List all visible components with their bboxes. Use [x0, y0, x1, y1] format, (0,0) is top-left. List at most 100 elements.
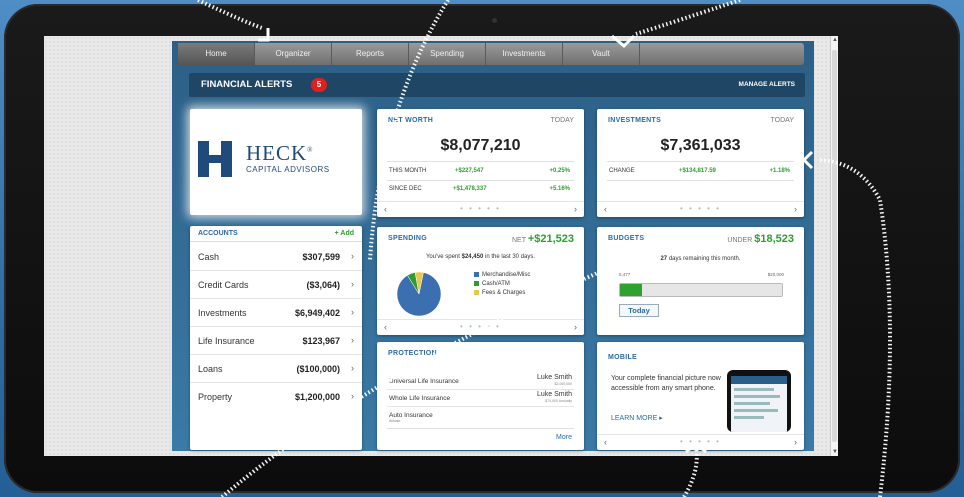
accounts-title: ACCOUNTS — [198, 230, 238, 237]
next-arrow-icon[interactable]: › — [574, 204, 577, 214]
policy-name: Universal Life Insurance — [389, 378, 459, 385]
dashboard: Home Organizer Reports Spending Investme… — [172, 41, 814, 451]
policy-name: Auto Insurance — [389, 412, 433, 419]
today-marker-button[interactable]: Today — [619, 304, 659, 317]
investments-title: INVESTMENTS — [608, 117, 662, 124]
account-name: Property — [198, 392, 233, 402]
metric-pct: +0.25% — [549, 168, 570, 174]
spending-title: SPENDING — [388, 235, 427, 242]
account-value: ($100,000) — [296, 364, 340, 374]
nav-spending[interactable]: Spending — [409, 43, 486, 65]
scroll-up-arrow-icon[interactable]: ▲ — [832, 37, 838, 43]
account-name: Life Insurance — [198, 336, 255, 346]
alerts-title: FINANCIAL ALERTS — [201, 79, 293, 90]
scroll-down-arrow-icon[interactable]: ▼ — [832, 449, 838, 455]
chevron-right-icon[interactable]: › — [351, 307, 354, 317]
legend-item: Merchandise/Misc — [474, 272, 530, 278]
spending-card: SPENDING NET +$21,523 You've spent $24,4… — [377, 227, 584, 335]
brand-subtitle: CAPITAL ADVISORS — [246, 165, 330, 174]
alerts-count-badge[interactable]: 5 — [311, 78, 327, 92]
card-pager: ‹ • • • • • › — [597, 434, 804, 450]
accounts-header: ACCOUNTS + Add — [190, 226, 362, 242]
investments-value: $7,361,033 — [660, 137, 741, 154]
pager-dots[interactable]: • • • • • — [597, 204, 804, 213]
budgets-title: BUDGETS — [608, 235, 645, 242]
pager-dots[interactable]: • • • • • — [377, 322, 584, 331]
account-row-loans[interactable]: Loans ($100,000) › — [190, 355, 362, 383]
page-scrollbar[interactable]: ▲ ▼ — [830, 36, 838, 456]
metric-label: SINCE DEC — [389, 186, 422, 192]
account-value: $123,967 — [302, 336, 340, 346]
protection-title: PROTECTION — [388, 350, 437, 357]
scroll-thumb[interactable] — [832, 50, 837, 442]
budget-progress-fill — [620, 284, 642, 296]
account-value: ($3,064) — [306, 280, 340, 290]
card-pager: ‹ • • • • • › — [597, 201, 804, 217]
chevron-right-icon[interactable]: › — [351, 391, 354, 401]
add-account-link[interactable]: + Add — [335, 230, 354, 237]
chevron-right-icon[interactable]: › — [351, 279, 354, 289]
budget-progress-bar[interactable] — [619, 283, 783, 297]
policy-row[interactable]: Auto Insurance Allstate — [387, 408, 574, 424]
account-value: $307,599 — [302, 252, 340, 262]
metric-label: THIS MONTH — [389, 168, 427, 174]
account-value: $1,200,000 — [294, 392, 340, 402]
nav-organizer[interactable]: Organizer — [255, 43, 332, 65]
account-row-credit-cards[interactable]: Credit Cards ($3,064) › — [190, 271, 362, 299]
card-pager: ‹ • • • • • › — [377, 201, 584, 217]
manage-alerts-link[interactable]: MANAGE ALERTS — [739, 81, 795, 88]
nav-investments[interactable]: Investments — [486, 43, 563, 65]
metric-pct: +5.16% — [549, 186, 570, 192]
policy-row[interactable]: Universal Life Insurance Luke Smith $2,0… — [387, 374, 574, 390]
pager-dots[interactable]: • • • • • — [377, 204, 584, 213]
nav-reports[interactable]: Reports — [332, 43, 409, 65]
chevron-right-icon[interactable]: › — [351, 251, 354, 261]
brand-logo-card: HECK® CAPITAL ADVISORS — [190, 109, 362, 215]
legend-swatch — [474, 290, 479, 295]
chevron-right-icon[interactable]: › — [351, 335, 354, 345]
heck-logo-icon — [198, 141, 238, 177]
budget-end-label: $20,000 — [767, 272, 784, 277]
account-name: Cash — [198, 252, 220, 262]
chevron-right-icon[interactable]: › — [351, 363, 354, 373]
spending-net: NET +$21,523 — [511, 233, 574, 245]
screen: ▲ ▼ Home Organizer Reports Spending Inve… — [44, 36, 838, 456]
next-arrow-icon[interactable]: › — [794, 204, 797, 214]
brand-name: HECK® — [246, 141, 314, 165]
mobile-description: Your complete financial picture now acce… — [611, 375, 721, 392]
change-label: CHANGE — [609, 168, 635, 174]
policy-provider: Allstate — [389, 419, 401, 423]
change-pct: +1.18% — [769, 168, 790, 174]
nav-home[interactable]: Home — [178, 43, 255, 65]
next-arrow-icon[interactable]: › — [794, 437, 797, 447]
account-row-investments[interactable]: Investments $6,949,402 › — [190, 299, 362, 327]
budget-start-label: 5,477 — [619, 272, 631, 277]
account-row-property[interactable]: Property $1,200,000 › — [190, 383, 362, 411]
account-name: Investments — [198, 308, 247, 318]
policy-row[interactable]: Whole Life Insurance Luke Smith $70,000 … — [387, 391, 574, 407]
legend-item: Fees & Charges — [474, 290, 525, 296]
account-row-cash[interactable]: Cash $307,599 › — [190, 243, 362, 271]
financial-alerts-bar: FINANCIAL ALERTS 5 MANAGE ALERTS — [189, 73, 805, 97]
learn-more-link[interactable]: LEARN MORE ▸ — [611, 414, 663, 422]
more-link[interactable]: More — [556, 434, 572, 441]
mobile-title: MOBILE — [608, 354, 638, 361]
mobile-card: MOBILE Your complete financial picture n… — [597, 342, 804, 450]
net-worth-when: TODAY — [550, 117, 574, 124]
budgets-card: BUDGETS UNDER $18,523 27 days remaining … — [597, 227, 804, 335]
protection-card: PROTECTION Universal Life Insurance Luke… — [377, 342, 584, 450]
account-name: Loans — [198, 364, 223, 374]
spending-note: You've spent $24,450 in the last 30 days… — [425, 254, 536, 260]
main-nav: Home Organizer Reports Spending Investme… — [178, 43, 804, 65]
next-arrow-icon[interactable]: › — [574, 322, 577, 332]
metric-amount: +$227,547 — [455, 168, 484, 174]
nav-vault[interactable]: Vault — [563, 43, 640, 65]
net-worth-card: NET WORTH TODAY $8,077,210 THIS MONTH +$… — [377, 109, 584, 217]
pager-dots[interactable]: • • • • • — [597, 437, 804, 446]
account-row-life-insurance[interactable]: Life Insurance $123,967 › — [190, 327, 362, 355]
metric-amount: +$1,478,337 — [453, 186, 487, 192]
spending-pie-chart[interactable] — [395, 271, 447, 317]
account-name: Credit Cards — [198, 280, 249, 290]
card-pager: ‹ • • • • • › — [377, 319, 584, 335]
budgets-under: UNDER $18,523 — [727, 233, 794, 245]
